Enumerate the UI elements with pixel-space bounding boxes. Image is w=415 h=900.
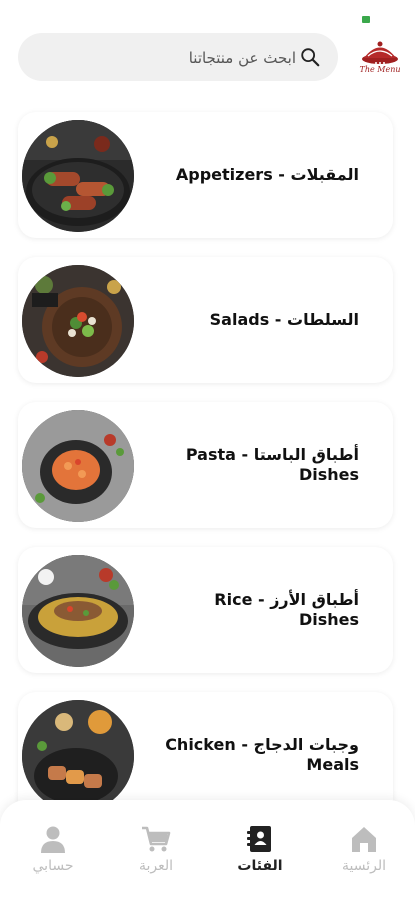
home-icon [352,827,376,852]
cart-icon [142,826,171,852]
status-indicator [362,16,370,23]
category-label: Pasta - أطباق الباستا Dishes [185,445,359,484]
category-card-appetizers[interactable]: Appetizers - المقبلات [18,112,393,238]
logo-text: The Menu [359,65,401,74]
nav-home[interactable]: الرئسية [319,824,409,874]
category-label: Appetizers - المقبلات [175,165,359,184]
category-image-chicken [22,700,134,812]
nav-categories-label: الفئات [237,858,283,874]
category-card-rice[interactable]: Rice - أطباق الأرز Dishes [18,547,393,673]
category-label: Salads - السلطات [209,310,359,329]
nav-account[interactable]: حسابي [8,824,98,874]
search-icon[interactable] [299,46,321,68]
search-bar[interactable] [18,33,338,81]
brand-logo[interactable]: The Menu [355,39,405,83]
search-input[interactable] [78,41,298,75]
nav-home-label: الرئسية [342,858,386,874]
nav-cart-label: العربة [138,858,174,874]
nav-categories[interactable]: الفئات [215,824,305,874]
user-icon [41,826,65,853]
category-label: Rice - أطباق الأرز Dishes [214,590,359,629]
category-card-salads[interactable]: Salads - السلطات [18,257,393,383]
nav-cart[interactable]: العربة [111,824,201,874]
category-image-appetizers [22,120,134,232]
category-image-salads [22,265,134,377]
top-bar: The Menu [0,33,415,85]
contacts-book-icon [247,826,271,852]
category-image-rice [22,555,134,667]
category-image-pasta [22,410,134,522]
cloche-icon [362,41,398,64]
bottom-nav: الرئسية الفئات العربة حسابي [0,800,415,900]
category-card-pasta[interactable]: Pasta - أطباق الباستا Dishes [18,402,393,528]
nav-account-label: حسابي [32,858,74,874]
